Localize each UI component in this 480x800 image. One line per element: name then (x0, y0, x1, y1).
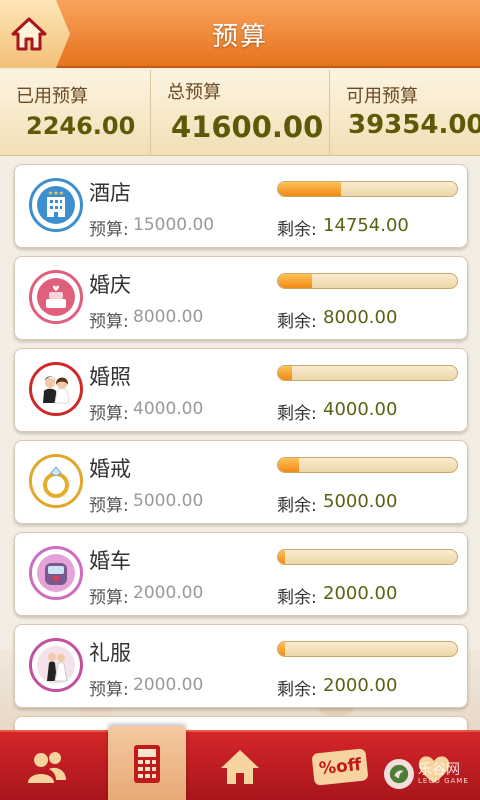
budget-item-wedding-service[interactable]: 婚庆 预算: 8000.00 剩余: 8000.00 (14, 256, 468, 340)
remaining-label: 剩余: (277, 404, 317, 424)
total-budget-label: 总预算 (167, 82, 221, 103)
category-name: 礼服 (89, 641, 131, 665)
watermark-subtext: LEGU GAME (418, 777, 469, 785)
spent-progress-bar (277, 365, 458, 381)
remaining-label: 剩余: (277, 312, 317, 332)
category-name: 酒店 (89, 181, 131, 205)
budget-amount: 2000.00 (133, 583, 204, 603)
used-budget: 已用预算 2246.00 (0, 70, 150, 155)
available-budget-label: 可用预算 (346, 86, 418, 107)
nav-guests[interactable] (12, 732, 82, 800)
budget-item-wedding-car[interactable]: 婚车 预算: 2000.00 剩余: 2000.00 (14, 532, 468, 616)
remaining-amount: 2000.00 (323, 583, 398, 604)
hotel-icon: ★★★ (29, 178, 83, 232)
spent-progress-bar (277, 641, 458, 657)
remaining-amount: 4000.00 (323, 399, 398, 420)
category-name: 婚照 (89, 365, 131, 389)
calculator-icon (134, 745, 160, 783)
budget-item-hotel[interactable]: ★★★ 酒店 预算: 15000.00 剩余: 14754.00 (14, 164, 468, 248)
budget-list[interactable]: ★★★ 酒店 预算: 15000.00 剩余: 14754.00 婚庆 预算: … (0, 160, 480, 730)
dress-icon (29, 638, 83, 692)
budget-label: 预算: (89, 404, 129, 424)
budget-item-cigarettes[interactable]: 喜烟 (14, 716, 468, 730)
nav-discount[interactable]: %off (302, 732, 378, 800)
remaining-label: 剩余: (277, 588, 317, 608)
total-budget-value: 41600.00 (171, 110, 324, 144)
remaining-amount: 8000.00 (323, 307, 398, 328)
page-title: 预算 (211, 21, 268, 52)
remaining-amount: 5000.00 (323, 491, 398, 512)
title-bar: 预算 (0, 0, 480, 68)
budget-amount: 2000.00 (133, 675, 204, 695)
nav-home[interactable] (204, 732, 276, 800)
used-budget-value: 2246.00 (26, 112, 136, 140)
used-budget-label: 已用预算 (16, 86, 88, 107)
budget-amount: 15000.00 (133, 215, 215, 235)
remaining-amount: 2000.00 (323, 675, 398, 696)
spent-progress-bar (277, 181, 458, 197)
discount-icon: %off (311, 748, 369, 786)
category-name: 婚庆 (89, 273, 131, 297)
budget-amount: 8000.00 (133, 307, 204, 327)
spent-progress-bar (277, 273, 458, 289)
remaining-label: 剩余: (277, 220, 317, 240)
budget-item-wedding-ring[interactable]: 婚戒 预算: 5000.00 剩余: 5000.00 (14, 440, 468, 524)
budget-label: 预算: (89, 312, 129, 332)
budget-summary: 已用预算 2246.00 总预算 41600.00 可用预算 39354.00 (0, 70, 480, 156)
nav-budget[interactable] (108, 726, 186, 800)
watermark-text: 乐谷网 (418, 762, 460, 778)
wedding-car-icon (29, 546, 83, 600)
total-budget: 总预算 41600.00 (150, 70, 330, 155)
budget-amount: 5000.00 (133, 491, 204, 511)
budget-label: 预算: (89, 588, 129, 608)
category-name: 婚车 (89, 549, 131, 573)
available-budget: 可用预算 39354.00 (330, 70, 480, 155)
watermark: 乐谷网 LEGU GAME (384, 752, 480, 796)
spent-progress-bar (277, 549, 458, 565)
remaining-amount: 14754.00 (323, 215, 409, 236)
watermark-logo-icon (384, 759, 414, 789)
home-icon (221, 750, 259, 784)
watermark-text-group: 乐谷网 LEGU GAME (418, 763, 469, 785)
spent-progress-bar (277, 457, 458, 473)
budget-label: 预算: (89, 496, 129, 516)
budget-label: 预算: (89, 220, 129, 240)
available-budget-value: 39354.00 (348, 110, 480, 140)
category-name: 婚戒 (89, 457, 131, 481)
couple-photo-icon (29, 362, 83, 416)
remaining-label: 剩余: (277, 680, 317, 700)
budget-amount: 4000.00 (133, 399, 204, 419)
budget-item-dress[interactable]: 礼服 预算: 2000.00 剩余: 2000.00 (14, 624, 468, 708)
budget-label: 预算: (89, 680, 129, 700)
wedding-cake-icon (29, 270, 83, 324)
svg-text:★★★: ★★★ (48, 190, 64, 197)
budget-item-wedding-photo[interactable]: 婚照 预算: 4000.00 剩余: 4000.00 (14, 348, 468, 432)
discount-label: %off (317, 754, 363, 780)
ring-icon (29, 454, 83, 508)
remaining-label: 剩余: (277, 496, 317, 516)
guests-icon (28, 752, 66, 783)
